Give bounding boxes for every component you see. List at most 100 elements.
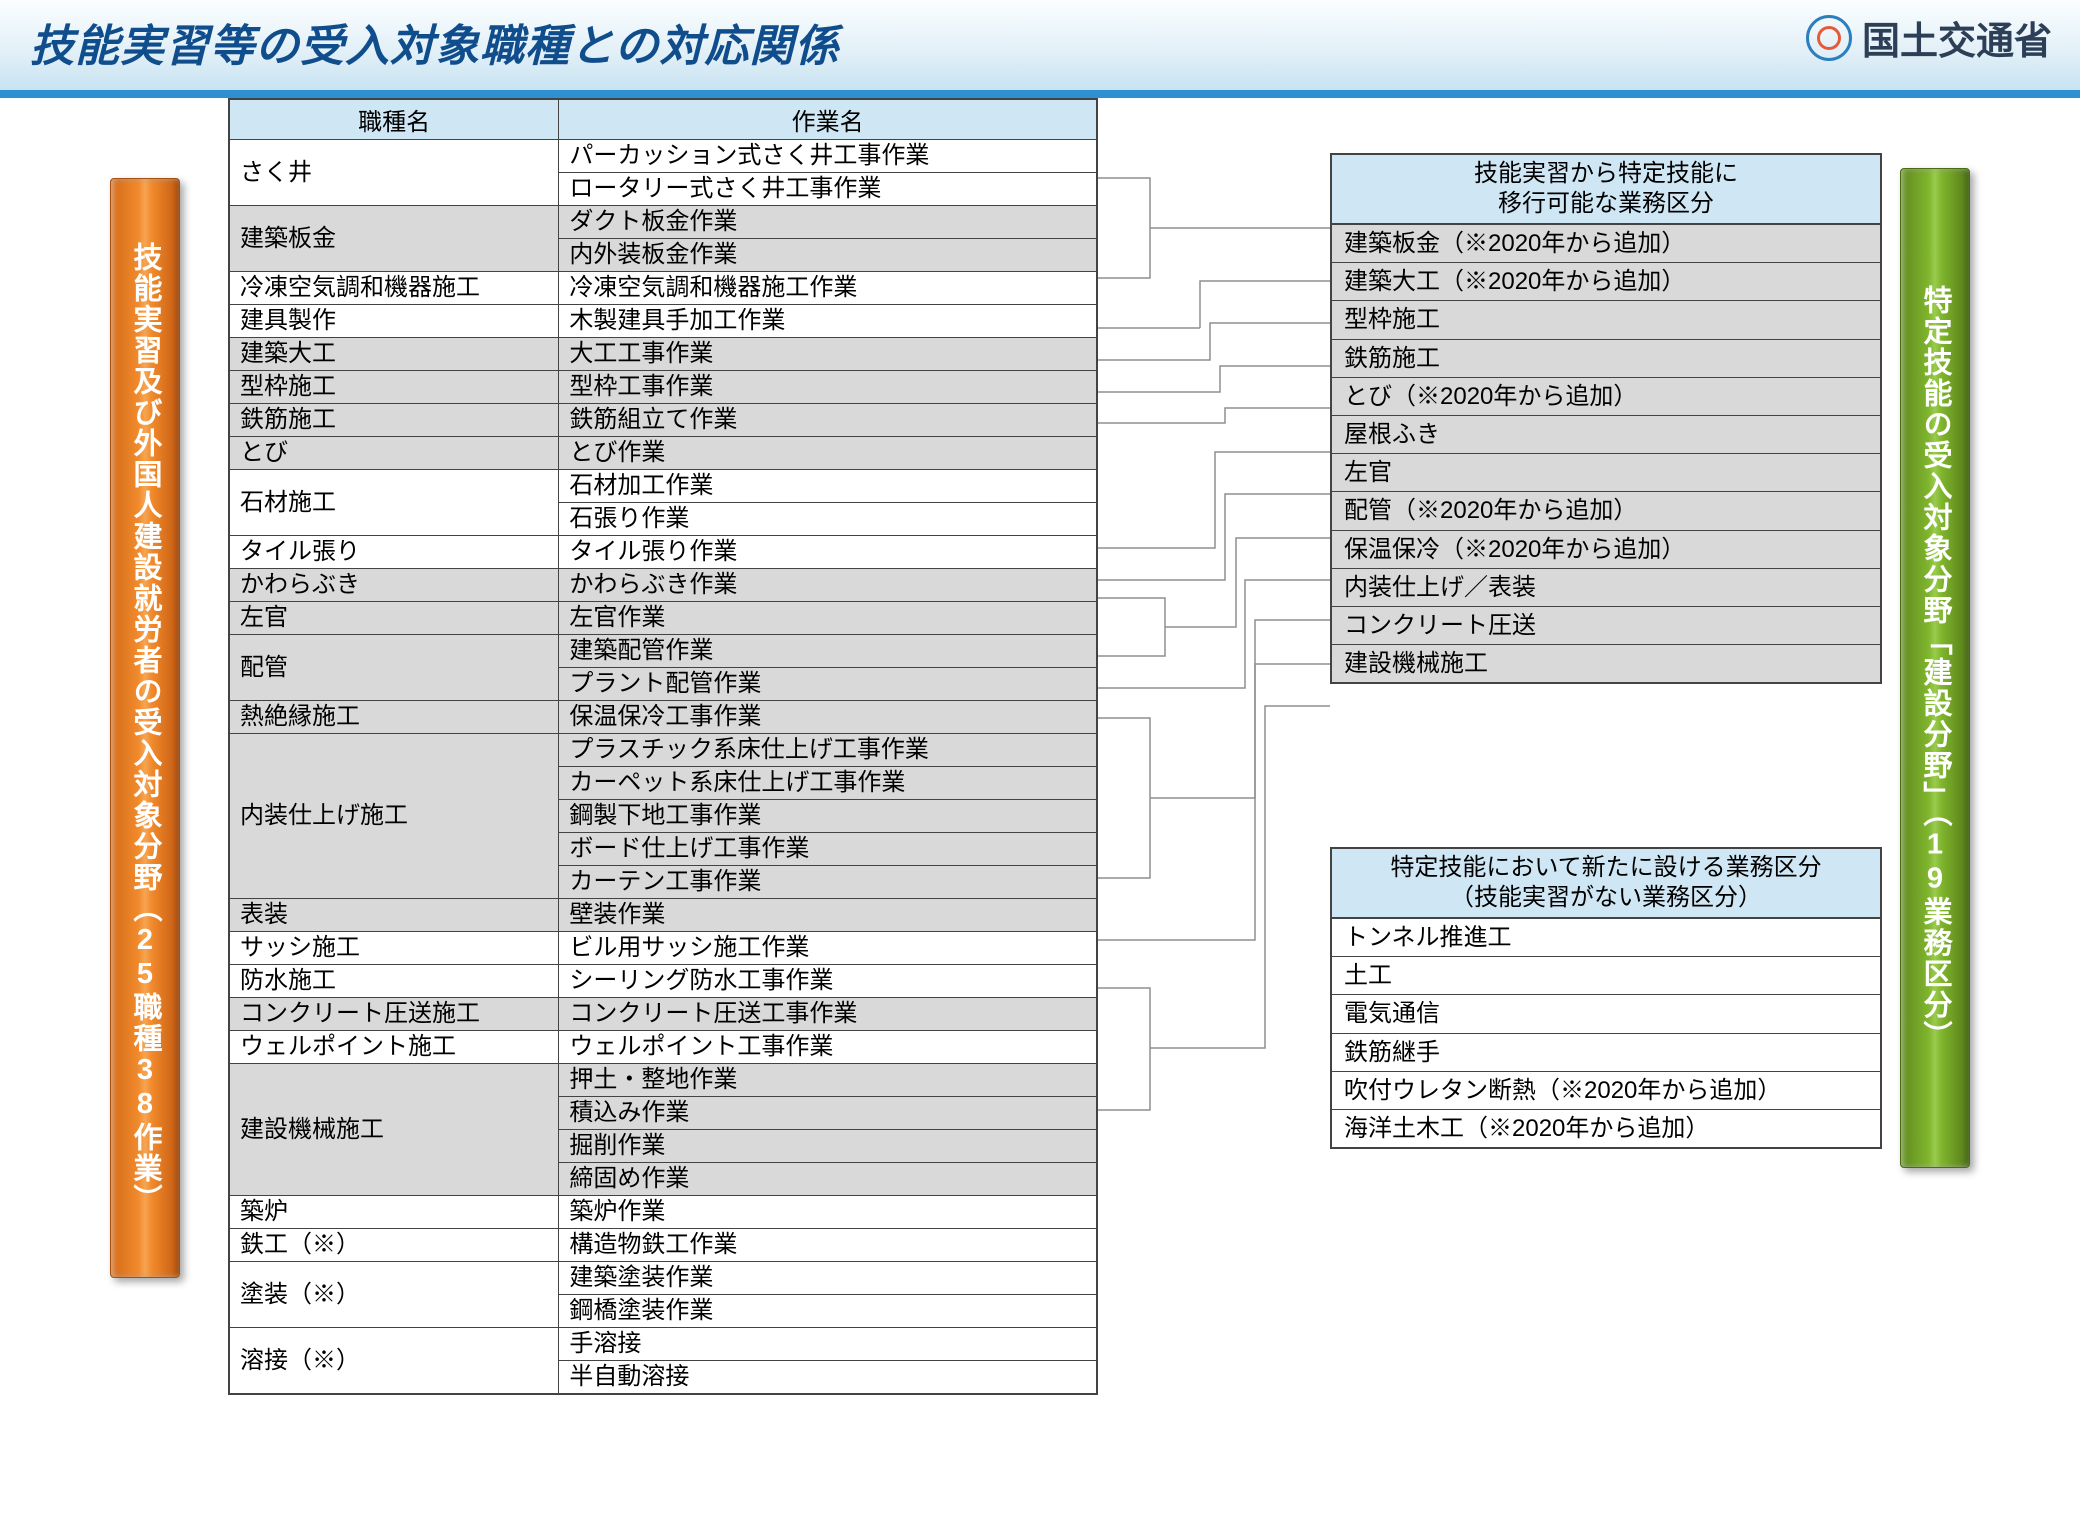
th-op: 作業名 (559, 99, 1097, 140)
page-title: 技能実習等の受入対象職種との対応関係 (30, 22, 840, 71)
rightA-header: 技能実習から特定技能に 移行可能な業務区分 (1332, 155, 1880, 224)
rightA-item: 鉄筋施工 (1332, 339, 1880, 377)
operation-cell: カーペット系床仕上げ工事作業 (559, 767, 1097, 800)
rightA-item: コンクリート圧送 (1332, 606, 1880, 644)
operation-cell: 掘削作業 (559, 1130, 1097, 1163)
table-row: 表装壁装作業 (229, 899, 1097, 932)
operation-cell: とび作業 (559, 437, 1097, 470)
table-row: 建築板金ダクト板金作業 (229, 206, 1097, 239)
job-name-cell: 左官 (229, 602, 559, 635)
operation-cell: プラスチック系床仕上げ工事作業 (559, 734, 1097, 767)
rightA-item: とび（※2020年から追加） (1332, 377, 1880, 415)
table-row: かわらぶきかわらぶき作業 (229, 569, 1097, 602)
operation-cell: 木製建具手加工作業 (559, 305, 1097, 338)
operation-cell: 締固め作業 (559, 1163, 1097, 1196)
rightB-header: 特定技能において新たに設ける業務区分 （技能実習がない業務区分） (1332, 849, 1880, 918)
operation-cell: シーリング防水工事作業 (559, 965, 1097, 998)
rightB-item: 吹付ウレタン断熱（※2020年から追加） (1332, 1071, 1880, 1109)
operation-cell: 鉄筋組立て作業 (559, 404, 1097, 437)
operation-cell: 手溶接 (559, 1328, 1097, 1361)
rightB-item: トンネル推進工 (1332, 918, 1880, 956)
job-name-cell: さく井 (229, 140, 559, 206)
operation-cell: ボード仕上げ工事作業 (559, 833, 1097, 866)
right-box-new: 特定技能において新たに設ける業務区分 （技能実習がない業務区分） トンネル推進工… (1330, 847, 1882, 1149)
job-name-cell: 石材施工 (229, 470, 559, 536)
job-name-cell: タイル張り (229, 536, 559, 569)
operation-cell: 押土・整地作業 (559, 1064, 1097, 1097)
operation-cell: コンクリート圧送工事作業 (559, 998, 1097, 1031)
job-name-cell: 溶接（※） (229, 1328, 559, 1395)
table-row: 建設機械施工押土・整地作業 (229, 1064, 1097, 1097)
ministry-brand: 国土交通省 (1806, 10, 2052, 65)
table-row: 左官左官作業 (229, 602, 1097, 635)
operation-cell: かわらぶき作業 (559, 569, 1097, 602)
rightB-item: 土工 (1332, 956, 1880, 994)
table-row: とびとび作業 (229, 437, 1097, 470)
job-name-cell: サッシ施工 (229, 932, 559, 965)
operation-cell: 鋼製下地工事作業 (559, 800, 1097, 833)
rightB-item: 電気通信 (1332, 994, 1880, 1032)
left-vertical-banner: 技能実習及び外国人建設就労者の受入対象分野（25職種38作業） (110, 178, 180, 1278)
job-name-cell: 鉄工（※） (229, 1229, 559, 1262)
table-row: タイル張りタイル張り作業 (229, 536, 1097, 569)
job-name-cell: 築炉 (229, 1196, 559, 1229)
table-row: 建築大工大工工事作業 (229, 338, 1097, 371)
content: 技能実習及び外国人建設就労者の受入対象分野（25職種38作業） 特定技能の受入対… (0, 98, 2080, 118)
operation-cell: 左官作業 (559, 602, 1097, 635)
table-row: 熱絶縁施工保温保冷工事作業 (229, 701, 1097, 734)
operation-cell: ビル用サッシ施工作業 (559, 932, 1097, 965)
table-row: 溶接（※）手溶接 (229, 1328, 1097, 1361)
rightA-item: 左官 (1332, 453, 1880, 491)
table-row: 型枠施工型枠工事作業 (229, 371, 1097, 404)
main-occupation-table: 職種名 作業名 さく井パーカッション式さく井工事作業ロータリー式さく井工事作業建… (228, 98, 1098, 1395)
operation-cell: 半自動溶接 (559, 1361, 1097, 1395)
job-name-cell: ウェルポイント施工 (229, 1031, 559, 1064)
operation-cell: タイル張り作業 (559, 536, 1097, 569)
rightA-item: 保温保冷（※2020年から追加） (1332, 530, 1880, 568)
operation-cell: 築炉作業 (559, 1196, 1097, 1229)
operation-cell: ウェルポイント工事作業 (559, 1031, 1097, 1064)
table-row: さく井パーカッション式さく井工事作業 (229, 140, 1097, 173)
th-job: 職種名 (229, 99, 559, 140)
operation-cell: 冷凍空気調和機器施工作業 (559, 272, 1097, 305)
operation-cell: カーテン工事作業 (559, 866, 1097, 899)
job-name-cell: 塗装（※） (229, 1262, 559, 1328)
job-name-cell: かわらぶき (229, 569, 559, 602)
rightB-item: 鉄筋継手 (1332, 1033, 1880, 1071)
job-name-cell: 冷凍空気調和機器施工 (229, 272, 559, 305)
job-name-cell: 建設機械施工 (229, 1064, 559, 1196)
ministry-logo-icon (1806, 15, 1852, 61)
job-name-cell: 熱絶縁施工 (229, 701, 559, 734)
job-name-cell: 内装仕上げ施工 (229, 734, 559, 899)
table-row: 建具製作木製建具手加工作業 (229, 305, 1097, 338)
rightA-item: 配管（※2020年から追加） (1332, 491, 1880, 529)
table-row: ウェルポイント施工ウェルポイント工事作業 (229, 1031, 1097, 1064)
operation-cell: ロータリー式さく井工事作業 (559, 173, 1097, 206)
operation-cell: 建築配管作業 (559, 635, 1097, 668)
header: 技能実習等の受入対象職種との対応関係 国土交通省 (0, 0, 2080, 90)
job-name-cell: 建具製作 (229, 305, 559, 338)
rightA-item: 建設機械施工 (1332, 644, 1880, 682)
table-row: コンクリート圧送施工コンクリート圧送工事作業 (229, 998, 1097, 1031)
job-name-cell: 鉄筋施工 (229, 404, 559, 437)
operation-cell: 型枠工事作業 (559, 371, 1097, 404)
rightA-item: 屋根ふき (1332, 415, 1880, 453)
job-name-cell: コンクリート圧送施工 (229, 998, 559, 1031)
operation-cell: 積込み作業 (559, 1097, 1097, 1130)
table-row: 防水施工シーリング防水工事作業 (229, 965, 1097, 998)
job-name-cell: 建築大工 (229, 338, 559, 371)
table-row: 塗装（※）建築塗装作業 (229, 1262, 1097, 1295)
operation-cell: 壁装作業 (559, 899, 1097, 932)
rightA-item: 建築板金（※2020年から追加） (1332, 224, 1880, 262)
right-vertical-banner: 特定技能の受入対象分野「建設分野」（19業務区分） (1900, 168, 1970, 1168)
job-name-cell: 建築板金 (229, 206, 559, 272)
ministry-name: 国土交通省 (1862, 10, 2052, 65)
job-name-cell: 表装 (229, 899, 559, 932)
operation-cell: 石材加工作業 (559, 470, 1097, 503)
operation-cell: ダクト板金作業 (559, 206, 1097, 239)
operation-cell: 建築塗装作業 (559, 1262, 1097, 1295)
table-row: 鉄工（※）構造物鉄工作業 (229, 1229, 1097, 1262)
rightA-item: 型枠施工 (1332, 300, 1880, 338)
rightA-item: 内装仕上げ／表装 (1332, 568, 1880, 606)
table-row: 配管建築配管作業 (229, 635, 1097, 668)
